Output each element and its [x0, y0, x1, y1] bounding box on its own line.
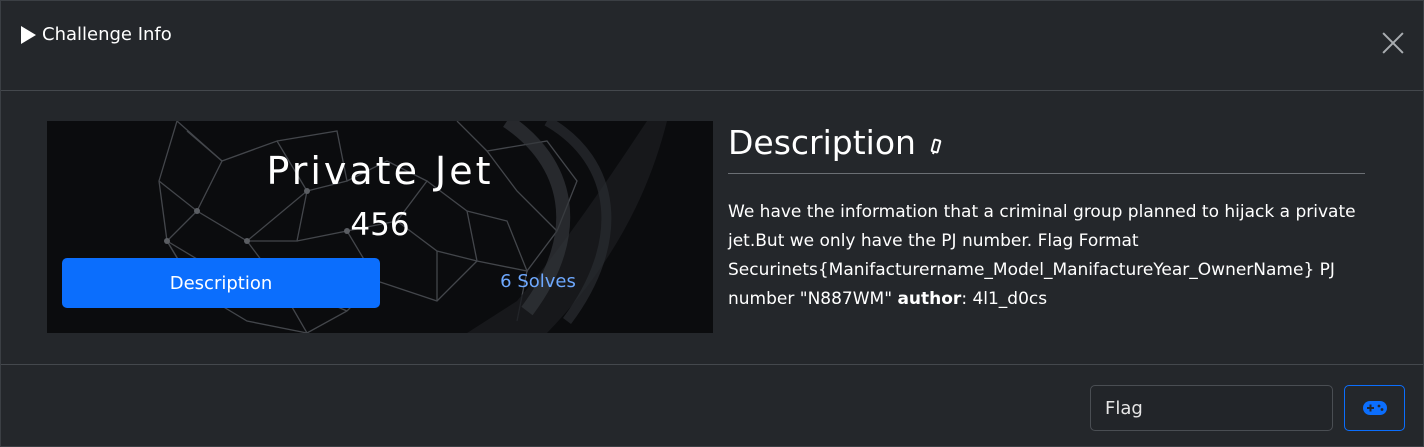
tab-description-label: Description	[169, 272, 273, 294]
author-value: : 4l1_d0cs	[961, 289, 1048, 309]
modal-title-text: Challenge Info	[42, 24, 172, 45]
description-divider	[728, 173, 1365, 174]
modal-header: Challenge Info	[1, 1, 1423, 91]
edit-icon	[930, 138, 942, 154]
challenge-modal: Challenge Info Private Jet 456 Descripti…	[0, 0, 1424, 447]
challenge-points: 456	[350, 207, 410, 243]
submit-button[interactable]	[1344, 385, 1405, 431]
play-icon	[21, 25, 36, 44]
description-text: We have the information that a criminal …	[728, 198, 1368, 314]
close-icon[interactable]	[1381, 31, 1405, 55]
challenge-name: Private Jet	[266, 149, 494, 193]
tab-solves[interactable]: 6 Solves	[463, 271, 613, 292]
author-label: author	[897, 289, 962, 309]
description-heading: Description	[728, 123, 942, 162]
gamepad-icon	[1362, 401, 1387, 415]
flag-input[interactable]	[1090, 385, 1333, 431]
modal-title: Challenge Info	[21, 24, 172, 45]
description-heading-text: Description	[728, 123, 916, 162]
tab-description[interactable]: Description	[62, 258, 380, 308]
